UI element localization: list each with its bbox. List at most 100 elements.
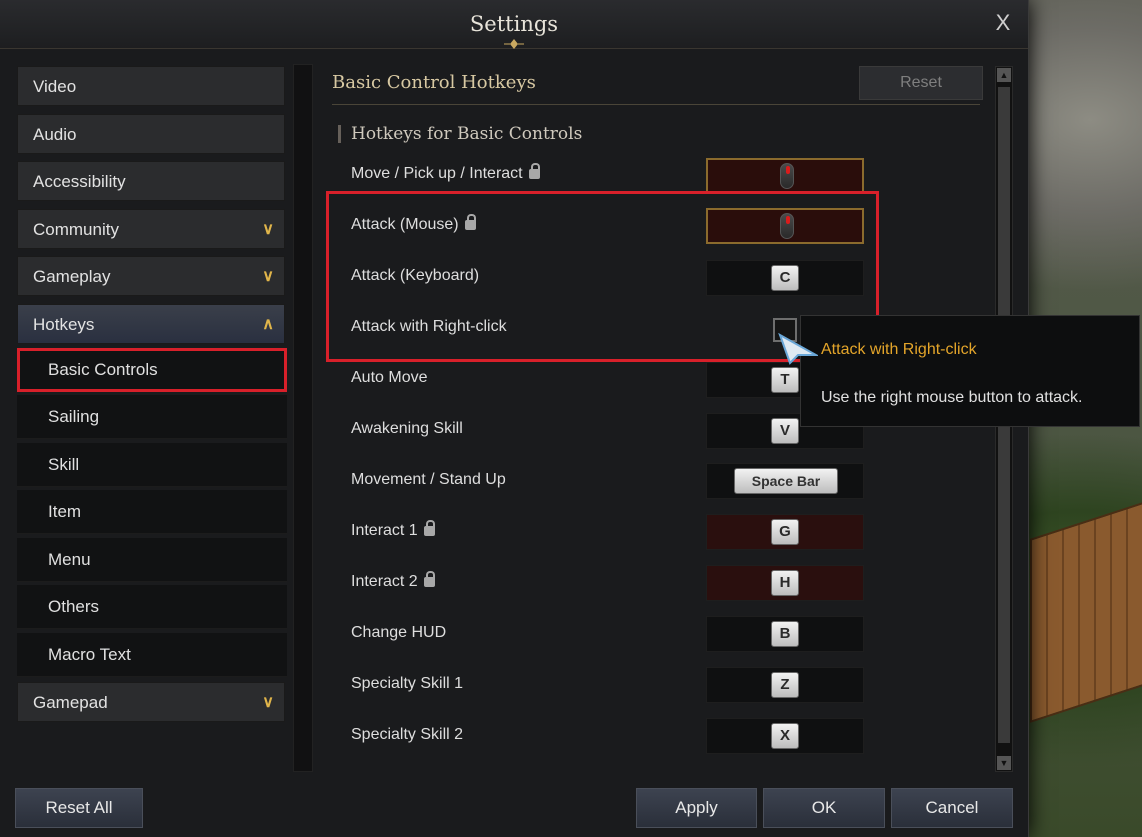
hotkey-label-text: Awakening Skill (351, 420, 463, 437)
key-cap: X (771, 723, 799, 749)
sidebar-item-accessibility[interactable]: Accessibility (17, 161, 285, 201)
hotkey-label-movement-stand-up: Movement / Stand Up (351, 471, 506, 489)
sidebar-subitem-label: Item (48, 502, 82, 521)
key-cap: G (771, 519, 799, 545)
sidebar-item-gameplay[interactable]: Gameplay ∨ (17, 256, 285, 296)
tooltip-description: Use the right mouse button to attack. (821, 389, 1083, 406)
hotkey-label-text: Interact 1 (351, 522, 418, 539)
hotkey-slot-movement-stand-up[interactable]: Space Bar (706, 463, 864, 499)
hotkey-slot-specialty-skill-2[interactable]: X (706, 718, 864, 754)
sidebar-item-label: Audio (33, 125, 77, 144)
key-cap: T (771, 367, 799, 393)
sidebar-item-gamepad[interactable]: Gamepad ∨ (17, 682, 285, 722)
hotkey-label-change-hud: Change HUD (351, 624, 446, 642)
tooltip: Attack with Right-click Use the right mo… (800, 315, 1140, 427)
hotkey-label-attack-mouse: Attack (Mouse) (351, 214, 476, 234)
window-title: Settings (469, 12, 559, 36)
hotkey-label-text: Movement / Stand Up (351, 471, 506, 488)
hotkey-label-text: Specialty Skill 2 (351, 726, 464, 743)
sidebar-subitem-item[interactable]: Item (17, 490, 287, 534)
sidebar-item-label: Video (33, 77, 77, 96)
hotkey-slot-interact-2[interactable]: H (706, 565, 864, 601)
cursor-arrow-icon (778, 333, 818, 365)
hotkey-label-text: Attack with Right-click (351, 318, 507, 335)
hotkey-slot-move[interactable] (706, 158, 864, 194)
chevron-down-icon: ∨ (262, 221, 274, 238)
hotkey-slot-specialty-skill-1[interactable]: Z (706, 667, 864, 703)
sidebar-item-video[interactable]: Video (17, 66, 285, 106)
hotkey-label-attack-keyboard: Attack (Keyboard) (351, 267, 479, 285)
key-cap: H (771, 570, 799, 596)
hotkey-slot-attack-mouse[interactable] (706, 208, 864, 244)
hotkey-label-specialty-skill-2: Specialty Skill 2 (351, 726, 463, 744)
sidebar-subitem-others[interactable]: Others (17, 585, 287, 629)
hotkey-slot-interact-1[interactable]: G (706, 514, 864, 550)
panel-title: Basic Control Hotkeys (332, 72, 536, 93)
sidebar-item-label: Gamepad (33, 693, 108, 712)
section-marker (338, 125, 341, 143)
sidebar-item-community[interactable]: Community ∨ (17, 209, 285, 249)
lock-icon (528, 163, 540, 179)
hotkey-label-text: Change HUD (351, 624, 447, 641)
sidebar-subitem-menu[interactable]: Menu (17, 538, 287, 582)
title-bar: Settings X (0, 0, 1028, 49)
apply-button[interactable]: Apply (636, 788, 757, 828)
hotkey-label-text: Attack (Keyboard) (351, 267, 480, 284)
sidebar-item-label: Gameplay (33, 267, 111, 286)
title-divider (332, 104, 980, 105)
key-cap: B (771, 621, 799, 647)
key-cap: V (771, 418, 799, 444)
background-crate (1030, 501, 1142, 723)
sidebar-item-label: Accessibility (33, 172, 126, 191)
sidebar-subitem-label: Sailing (48, 407, 100, 426)
sidebar-subitem-label: Macro Text (48, 645, 131, 664)
hotkey-label-specialty-skill-1: Specialty Skill 1 (351, 675, 463, 693)
key-cap: Space Bar (734, 468, 838, 494)
tooltip-title: Attack with Right-click (821, 341, 977, 358)
mouse-icon (780, 213, 794, 239)
hotkey-label-interact-2: Interact 2 (351, 571, 435, 591)
sidebar-item-label: Hotkeys (33, 315, 95, 334)
sidebar-subitem-label: Others (48, 597, 100, 616)
sidebar-subitem-sailing[interactable]: Sailing (17, 395, 287, 439)
hotkey-label-text: Specialty Skill 1 (351, 675, 464, 692)
mouse-icon (780, 163, 794, 189)
hotkey-label-text: Attack (Mouse) (351, 216, 459, 233)
hotkey-label-text: Auto Move (351, 369, 428, 386)
close-button[interactable]: X (990, 10, 1016, 36)
sidebar-item-hotkeys[interactable]: Hotkeys ∧ (17, 304, 285, 344)
hotkey-slot-change-hud[interactable]: B (706, 616, 864, 652)
hotkey-label-move: Move / Pick up / Interact (351, 163, 540, 183)
reset-button[interactable]: Reset (859, 66, 983, 100)
scroll-up-arrow-icon[interactable]: ▲ (997, 68, 1011, 82)
title-ornament-icon (504, 39, 524, 49)
chevron-up-icon: ∧ (262, 316, 274, 333)
chevron-down-icon: ∨ (262, 694, 274, 711)
hotkey-label-attack-right-click: Attack with Right-click (351, 318, 507, 336)
hotkey-slot-attack-keyboard[interactable]: C (706, 260, 864, 296)
lock-icon (423, 520, 435, 536)
reset-all-button[interactable]: Reset All (15, 788, 143, 828)
sidebar-item-audio[interactable]: Audio (17, 114, 285, 154)
hotkey-label-awakening-skill: Awakening Skill (351, 420, 463, 438)
sidebar-subitem-basic-controls[interactable]: Basic Controls (17, 348, 287, 392)
sidebar-subitem-skill[interactable]: Skill (17, 443, 287, 487)
sidebar-subitem-macro-text[interactable]: Macro Text (17, 633, 287, 677)
sidebar-subitem-label: Skill (48, 455, 80, 474)
cancel-button[interactable]: Cancel (891, 788, 1013, 828)
sidebar-scrollbar[interactable] (293, 64, 313, 772)
sidebar-subitem-label: Basic Controls (48, 360, 158, 379)
hotkey-label-text: Interact 2 (351, 573, 418, 590)
key-cap: Z (771, 672, 799, 698)
settings-sidebar: Video Audio Accessibility Community ∨ Gam… (15, 64, 290, 772)
scroll-down-arrow-icon[interactable]: ▼ (997, 756, 1011, 770)
ok-button[interactable]: OK (763, 788, 885, 828)
section-title: Hotkeys for Basic Controls (351, 124, 583, 144)
hotkey-label-text: Move / Pick up / Interact (351, 165, 523, 182)
chevron-down-icon: ∨ (262, 268, 274, 285)
sidebar-item-label: Community (33, 220, 119, 239)
lock-icon (464, 214, 476, 230)
hotkey-label-interact-1: Interact 1 (351, 520, 435, 540)
key-cap: C (771, 265, 799, 291)
hotkey-label-auto-move: Auto Move (351, 369, 427, 387)
